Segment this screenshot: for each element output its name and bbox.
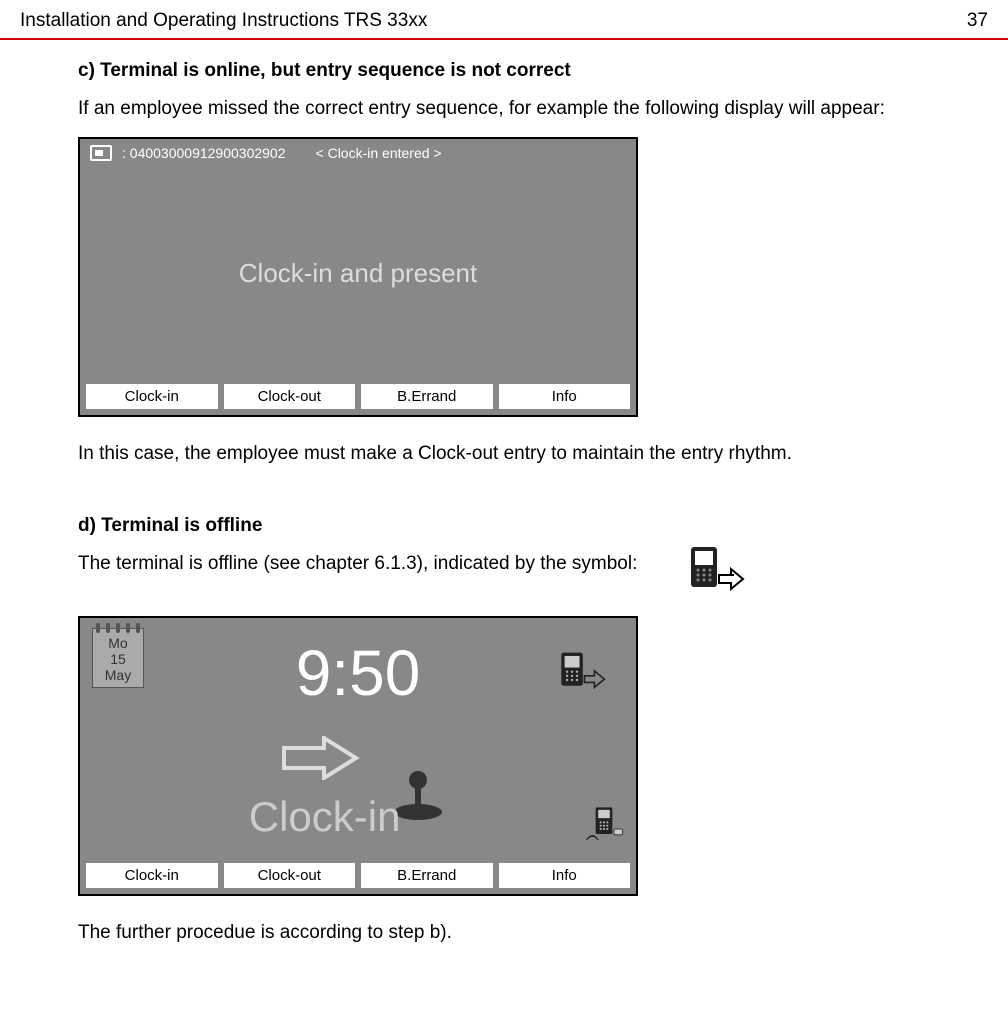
time-display: 9:50 [296,636,421,710]
phone-offline-icon [558,646,606,709]
arrow-right-icon [280,736,360,785]
screen-softkeys: Clock-in Clock-out B.Errand Info [80,380,636,415]
doc-title: Installation and Operating Instructions … [20,10,427,32]
calendar-day: 15 [93,651,143,667]
softkey2-clock-out: Clock-out [224,863,356,888]
softkey2-clock-in: Clock-in [86,863,218,888]
offline-symbol-icon [687,545,745,598]
calendar-month: May [93,667,143,683]
clockin-status: < Clock-in entered > [316,145,442,161]
screen-softkeys-2: Clock-in Clock-out B.Errand Info [80,859,636,894]
calendar-dow: Mo [93,635,143,651]
terminal-screenshot-offline: Mo 15 May 9:50 [78,616,638,896]
softkey2-info: Info [499,863,631,888]
phone-signal-icon [584,804,624,849]
terminal-screenshot-online: : 04003000912900302902 < Clock-in entere… [78,137,638,417]
screen-action-label: Clock-in [249,793,401,841]
softkey-info: Info [499,384,631,409]
softkey-clock-out: Clock-out [224,384,356,409]
card-id: : 04003000912900302902 [122,145,286,161]
softkey-errand: B.Errand [361,384,493,409]
calendar-icon: Mo 15 May [92,628,144,688]
page-header: Installation and Operating Instructions … [0,0,1008,40]
section-c-note: In this case, the employee must make a C… [78,441,968,468]
section-c-intro: If an employee missed the correct entry … [78,96,968,123]
page-content: c) Terminal is online, but entry sequenc… [0,40,1008,947]
screen-topbar: : 04003000912900302902 < Clock-in entere… [80,139,636,167]
softkey2-errand: B.Errand [361,863,493,888]
screen-main-message: Clock-in and present [80,167,636,380]
section-c-heading: c) Terminal is online, but entry sequenc… [78,60,968,82]
softkey-clock-in: Clock-in [86,384,218,409]
card-icon [90,145,112,161]
section-d-heading: d) Terminal is offline [78,515,968,537]
section-d-outro: The further procedue is according to ste… [78,920,968,947]
page-number: 37 [967,10,988,32]
section-d-intro: The terminal is offline (see chapter 6.1… [78,551,637,578]
